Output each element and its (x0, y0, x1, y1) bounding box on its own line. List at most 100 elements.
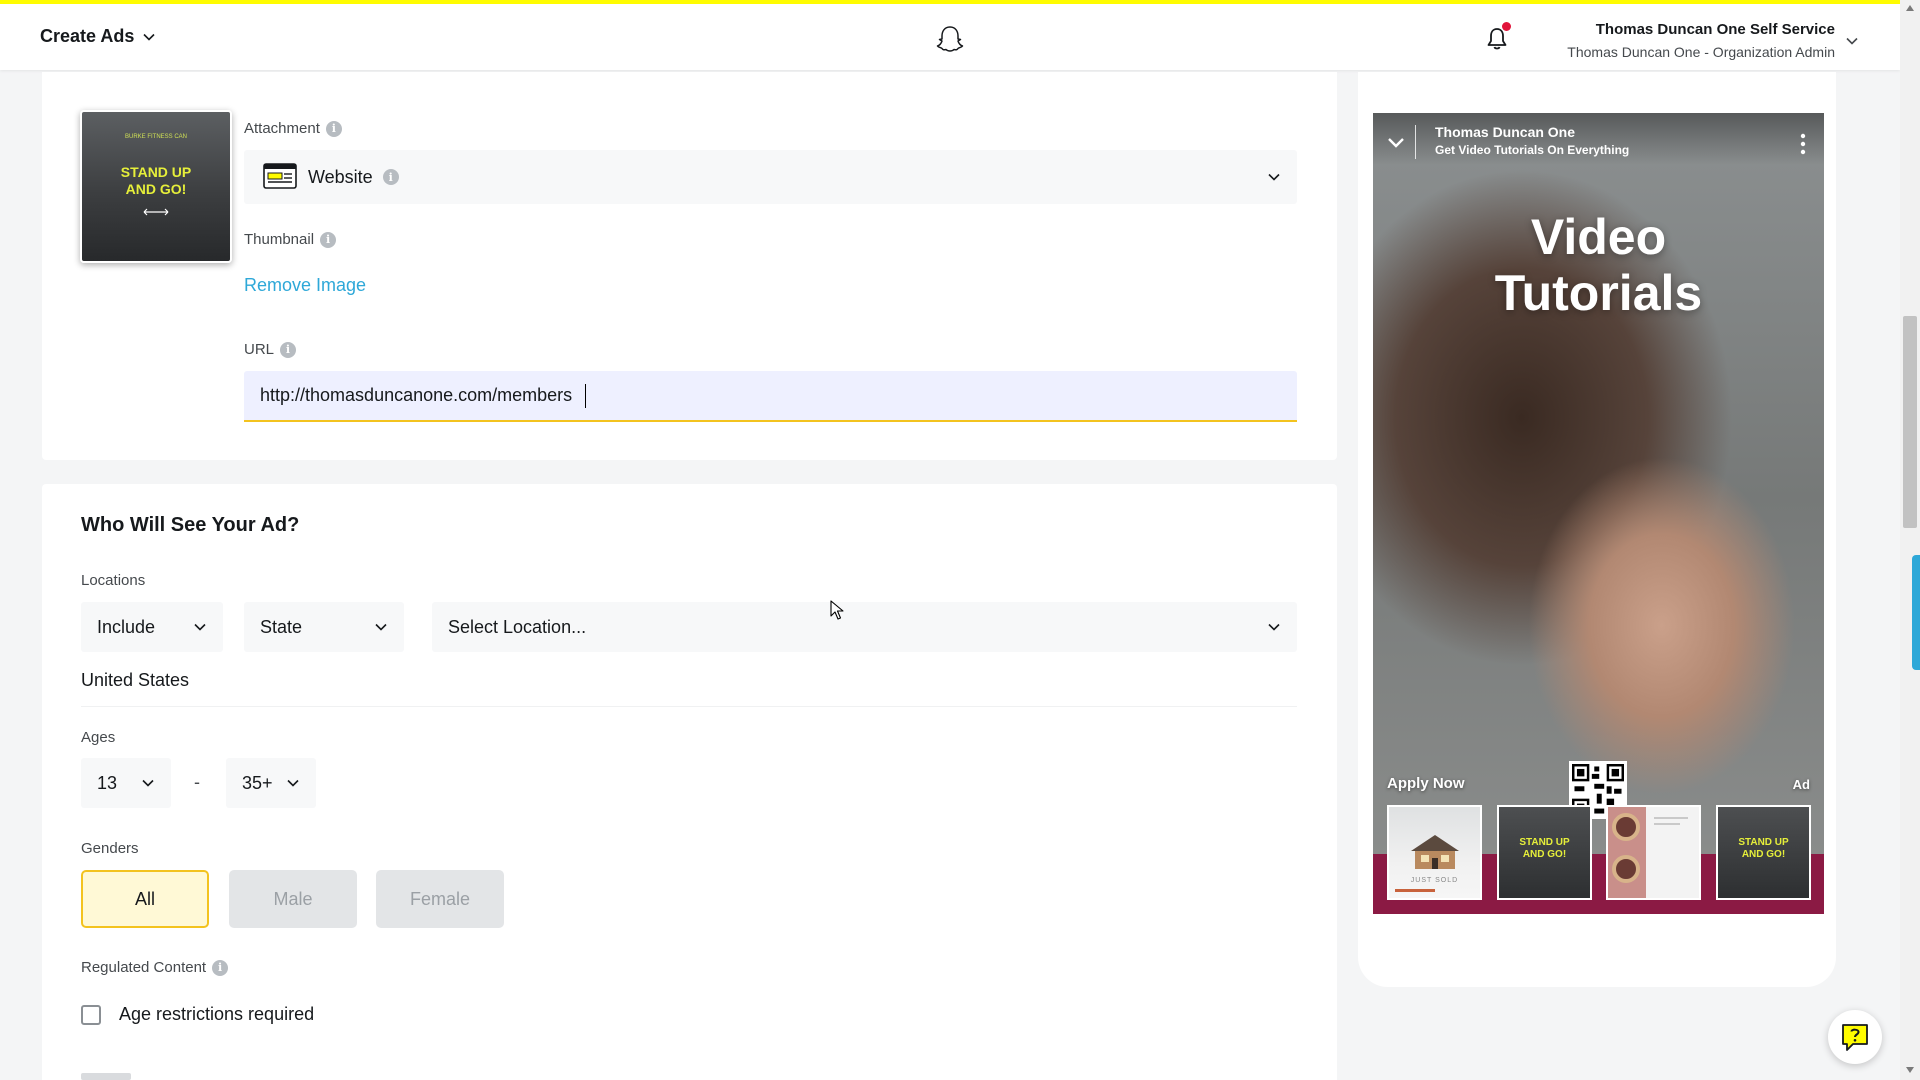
tile-line-2: AND GO! (1522, 849, 1567, 860)
arrow-icon (143, 208, 169, 216)
creative-thumbnail[interactable]: BURKE FITNESS CAN STAND UP AND GO! (80, 110, 232, 263)
gender-male-button[interactable]: Male (229, 870, 357, 928)
ages-label: Ages (81, 729, 116, 746)
preview-headline: Get Video Tutorials On Everything (1435, 143, 1630, 157)
audience-section-title: Who Will See Your Ad? (81, 514, 300, 536)
scroll-up-arrow-icon[interactable] (1905, 4, 1915, 12)
mouse-cursor-icon (830, 600, 844, 620)
info-icon[interactable]: i (325, 120, 342, 137)
tile-accent (1395, 889, 1435, 892)
info-icon[interactable]: i (212, 959, 229, 976)
locations-label: Locations (81, 572, 146, 589)
account-switcher[interactable]: Thomas Duncan One Self Service Thomas Du… (1567, 18, 1835, 64)
house-icon (1411, 835, 1459, 869)
chevron-down-icon[interactable] (1845, 34, 1859, 48)
thumbnail-headline: STAND UP AND GO! (82, 164, 230, 198)
age-separator: - (194, 772, 200, 792)
thumbnail-label-row: Thumbnail i (244, 231, 337, 248)
attachment-type-value: Website (308, 166, 373, 187)
preview-cta: Apply Now (1387, 775, 1465, 792)
divider (81, 706, 1297, 707)
next-field-label (81, 1073, 131, 1080)
attachment-type-select[interactable]: Website i (244, 150, 1297, 204)
thumbnail-label: Thumbnail (244, 231, 315, 248)
thumbnail-headline-line1: STAND UP (120, 164, 192, 180)
region-type-select[interactable]: State (244, 602, 404, 652)
attachment-label: Attachment (244, 120, 320, 137)
gender-female-button[interactable]: Female (376, 870, 504, 928)
url-input[interactable] (244, 371, 1297, 422)
ad-preview-phone[interactable]: Thomas Duncan One Get Video Tutorials On… (1373, 113, 1824, 914)
age-min-value: 13 (97, 772, 118, 793)
preview-tile: STAND UP AND GO! (1497, 805, 1592, 900)
region-type-value: State (260, 616, 303, 637)
text-caret (585, 384, 586, 408)
page-scrollbar[interactable] (1900, 0, 1920, 1080)
tile-just-sold-text: JUST SOLD (1410, 877, 1459, 884)
chevron-down-icon (375, 623, 387, 631)
divider (1415, 125, 1416, 159)
tile-line-1: STAND UP (1738, 837, 1789, 848)
chevron-down-icon[interactable] (1387, 133, 1405, 151)
tile-text-line (1654, 823, 1680, 825)
website-icon (263, 163, 297, 189)
tile-text-line (1654, 817, 1688, 819)
age-restriction-label: Age restrictions required (119, 1004, 315, 1024)
notification-dot (1502, 22, 1511, 31)
help-question-icon (1842, 1024, 1868, 1051)
chevron-down-icon (194, 623, 206, 631)
age-restriction-checkbox[interactable] (81, 1005, 101, 1025)
include-exclude-select[interactable]: Include (81, 602, 223, 652)
info-icon[interactable]: i (320, 231, 337, 248)
help-button[interactable] (1828, 1010, 1882, 1064)
chevron-down-icon (287, 779, 299, 787)
chevron-down-icon (1268, 623, 1280, 631)
overlay-line-2: Tutorials (1494, 265, 1703, 321)
regulated-content-label: Regulated Content (81, 959, 207, 976)
info-icon[interactable]: i (382, 169, 399, 185)
age-min-select[interactable]: 13 (81, 758, 171, 808)
age-max-select[interactable]: 35+ (226, 758, 316, 808)
preview-tile: JUST SOLD (1387, 805, 1482, 900)
side-drawer-tab[interactable] (1912, 555, 1920, 670)
selected-country: United States (81, 670, 190, 690)
create-ads-menu[interactable]: Create Ads (40, 26, 156, 47)
overlay-line-1: Video (1530, 209, 1667, 265)
url-label-row: URL i (244, 341, 297, 358)
age-max-value: 35+ (242, 772, 273, 793)
attachment-label-row: Attachment i (244, 120, 342, 137)
account-role: Thomas Duncan One - Organization Admin (1567, 44, 1835, 60)
more-options-icon[interactable] (1800, 133, 1806, 155)
tile-headline: STAND UP AND GO! (1499, 837, 1590, 861)
top-bar: Create Ads Thomas Duncan One Self Servic… (0, 0, 1900, 70)
ghost-logo-icon[interactable] (934, 24, 966, 56)
chevron-down-icon (1268, 173, 1280, 181)
preview-tile: STAND UP AND GO! (1716, 805, 1811, 900)
remove-image-link[interactable]: Remove Image (244, 275, 366, 296)
chevron-down-icon (142, 779, 154, 787)
ad-badge: Ad (1792, 777, 1810, 792)
preview-brand-name: Thomas Duncan One (1435, 124, 1576, 140)
gender-all-button[interactable]: All (81, 870, 209, 928)
account-name: Thomas Duncan One Self Service (1595, 21, 1835, 38)
location-placeholder: Select Location... (448, 616, 587, 637)
chevron-down-icon (143, 33, 155, 41)
thumbnail-small-text: BURKE FITNESS CAN (124, 134, 187, 140)
tile-line-2: AND GO! (1741, 849, 1786, 860)
genders-label: Genders (81, 840, 139, 857)
create-ads-label: Create Ads (40, 26, 135, 46)
donut-image (1608, 807, 1646, 898)
tile-line-1: STAND UP (1519, 837, 1570, 848)
scrollbar-thumb[interactable] (1903, 316, 1917, 528)
donut-icon (1612, 813, 1640, 841)
preview-tile (1606, 805, 1701, 900)
info-icon[interactable]: i (280, 341, 297, 358)
location-select[interactable]: Select Location... (432, 602, 1297, 652)
scroll-down-arrow-icon[interactable] (1905, 1066, 1915, 1074)
include-value: Include (97, 616, 156, 637)
tile-headline: STAND UP AND GO! (1718, 837, 1809, 861)
preview-overlay-text: Video Tutorials (1373, 209, 1824, 321)
regulated-content-label-row: Regulated Content i (81, 959, 229, 976)
donut-icon (1612, 855, 1640, 883)
thumbnail-headline-line2: AND GO! (125, 181, 187, 197)
